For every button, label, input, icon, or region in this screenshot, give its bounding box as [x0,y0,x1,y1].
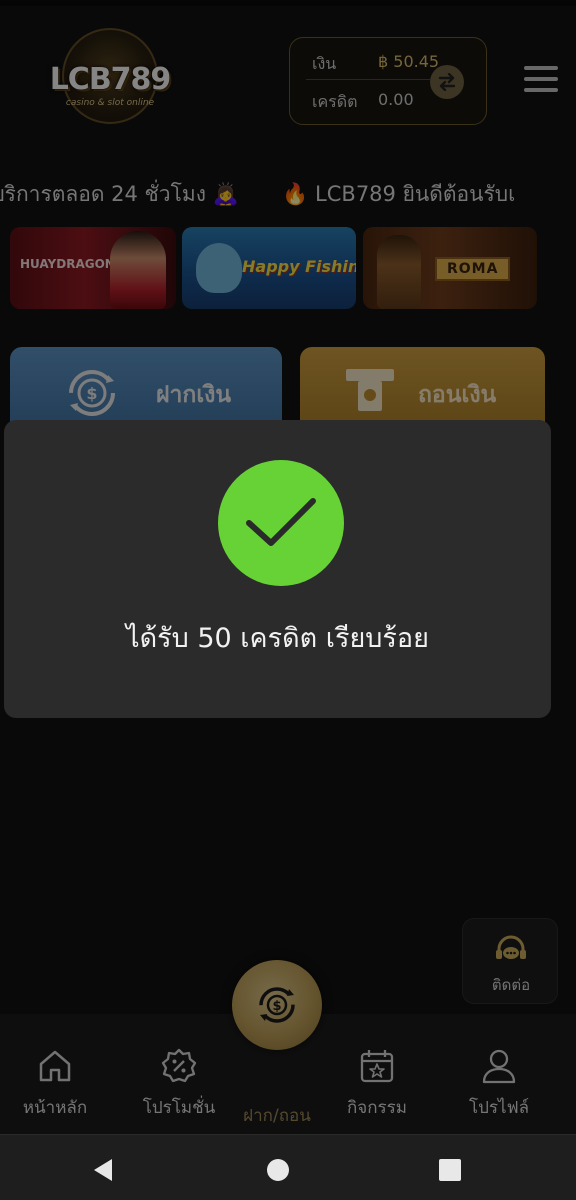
success-message: ได้รับ 50 เครดิต เรียบร้อย [126,623,429,654]
home-circle-icon[interactable] [265,1157,291,1183]
app-screen: LCB789 casino & slot online เงิน ฿ 50.45… [0,0,576,1200]
recents-square-icon[interactable] [437,1157,463,1183]
system-navigation-bar [0,1134,576,1200]
success-check-icon [218,460,344,586]
success-dialog: ได้รับ 50 เครดิต เรียบร้อย [4,420,551,718]
back-triangle-icon[interactable] [90,1157,116,1183]
